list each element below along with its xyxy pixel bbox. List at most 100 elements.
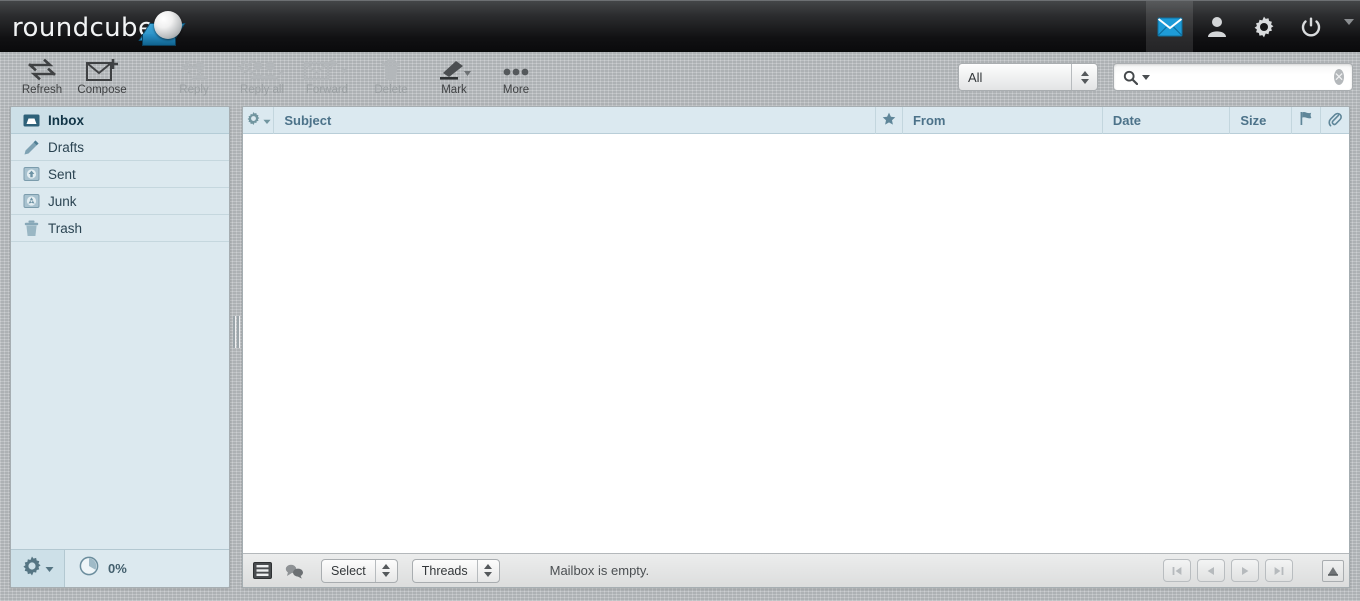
sidebar-footer: 0% xyxy=(11,549,229,587)
sent-box-arrow-icon xyxy=(19,166,43,182)
select-dropdown-label: Select xyxy=(322,564,375,578)
last-page-button[interactable] xyxy=(1265,559,1293,582)
delete-label: Delete xyxy=(374,84,407,96)
drafts-pencil-icon xyxy=(19,139,43,156)
prev-page-button[interactable] xyxy=(1197,559,1225,582)
inbox-tray-icon xyxy=(19,112,43,128)
column-header-label: From xyxy=(913,113,946,128)
trash-can-icon xyxy=(19,220,43,237)
sidebar-item-label: Sent xyxy=(48,167,76,182)
column-header-size[interactable]: Size xyxy=(1230,107,1292,134)
column-header-from[interactable]: From xyxy=(903,107,1103,134)
next-page-button[interactable] xyxy=(1231,559,1259,582)
column-header-date[interactable]: Date xyxy=(1103,107,1230,134)
contacts-person-icon[interactable] xyxy=(1193,1,1240,52)
search-scope-select[interactable]: All xyxy=(958,63,1098,91)
sidebar-item-inbox[interactable]: Inbox xyxy=(11,107,229,134)
sidebar-item-label: Drafts xyxy=(48,140,84,155)
pagination-controls xyxy=(1163,559,1293,582)
folder-sidebar: Inbox Drafts Sent Junk xyxy=(10,106,230,588)
forward-envelope-arrow-icon xyxy=(303,56,351,82)
flag-icon xyxy=(1299,111,1313,129)
mailbox-status-text: Mailbox is empty. xyxy=(550,563,649,578)
list-options-button[interactable] xyxy=(243,107,274,134)
compose-envelope-plus-icon xyxy=(85,56,119,82)
reply-all-people-icon xyxy=(237,56,287,82)
top-navigation xyxy=(1146,1,1334,52)
more-dots-icon xyxy=(499,56,533,82)
reply-all-label: Reply all xyxy=(240,84,284,96)
list-options-gear-icon xyxy=(246,111,261,129)
gear-icon xyxy=(21,555,43,582)
star-icon xyxy=(882,112,896,129)
column-header-label: Size xyxy=(1240,113,1266,128)
refresh-arrows-icon xyxy=(27,56,57,82)
compose-button[interactable]: Compose xyxy=(66,56,138,102)
forward-button[interactable]: Forward xyxy=(291,56,363,102)
threads-dropdown[interactable]: Threads xyxy=(412,559,500,583)
app-header: roundcube xyxy=(0,0,1360,52)
more-label: More xyxy=(503,84,529,96)
sidebar-item-drafts[interactable]: Drafts xyxy=(11,134,229,161)
threads-dropdown-label: Threads xyxy=(413,564,477,578)
sidebar-item-label: Junk xyxy=(48,194,77,209)
mark-label: Mark xyxy=(441,84,467,96)
column-header-label: Subject xyxy=(284,113,331,128)
marker-pen-icon xyxy=(434,56,474,82)
trash-can-icon xyxy=(380,56,402,82)
logout-power-icon[interactable] xyxy=(1287,1,1334,52)
sidebar-item-trash[interactable]: Trash xyxy=(11,215,229,242)
sidebar-item-junk[interactable]: Junk xyxy=(11,188,229,215)
reply-label: Reply xyxy=(179,84,208,96)
sidebar-item-label: Inbox xyxy=(48,113,84,128)
forward-label: Forward xyxy=(306,84,348,96)
junk-recycle-icon xyxy=(19,193,43,209)
scroll-to-top-icon[interactable] xyxy=(1322,560,1344,582)
app-logo-text: roundcube xyxy=(12,13,154,43)
message-list-body[interactable] xyxy=(243,135,1349,553)
compose-label: Compose xyxy=(77,84,126,96)
search-magnifier-icon[interactable] xyxy=(1114,70,1140,85)
reply-all-button[interactable]: Reply all xyxy=(222,56,302,102)
more-button[interactable]: More xyxy=(480,56,552,102)
splitter-grip[interactable] xyxy=(233,316,239,348)
delete-button[interactable]: Delete xyxy=(355,56,427,102)
reply-person-icon xyxy=(178,56,210,82)
quota-percent-label: 0% xyxy=(108,561,127,576)
mail-envelope-icon[interactable] xyxy=(1146,1,1193,52)
reply-button[interactable]: Reply xyxy=(158,56,230,102)
refresh-label: Refresh xyxy=(22,84,62,96)
list-layout-icon[interactable] xyxy=(249,560,275,582)
message-list-panel: Subject From Date Size xyxy=(242,106,1350,588)
conversation-bubbles-icon[interactable] xyxy=(281,560,307,582)
app-logo[interactable]: roundcube xyxy=(12,3,212,51)
search-scope-value: All xyxy=(959,70,1071,85)
search-options-caret-icon[interactable] xyxy=(1142,75,1150,80)
message-list-header: Subject From Date Size xyxy=(243,107,1349,134)
column-header-subject[interactable]: Subject xyxy=(274,107,875,134)
sidebar-item-label: Trash xyxy=(48,221,82,236)
quota-indicator[interactable]: 0% xyxy=(65,556,127,581)
search-box[interactable]: ✕ xyxy=(1113,63,1353,91)
quota-pie-icon xyxy=(79,556,99,581)
select-dropdown[interactable]: Select xyxy=(321,559,398,583)
message-list-footer: Select Threads Mailbox is empty. xyxy=(243,553,1349,587)
sidebar-splitter[interactable] xyxy=(231,106,241,588)
first-page-button[interactable] xyxy=(1163,559,1191,582)
settings-gear-icon[interactable] xyxy=(1240,1,1287,52)
column-header-flag[interactable] xyxy=(1292,107,1320,134)
folder-actions-button[interactable] xyxy=(11,550,65,588)
chevron-down-icon xyxy=(45,560,54,578)
column-header-attachment[interactable] xyxy=(1321,107,1349,134)
roundcube-cube-logo xyxy=(142,17,190,47)
chevron-down-icon xyxy=(263,113,271,128)
chevron-down-icon[interactable] xyxy=(1344,19,1354,25)
search-input[interactable] xyxy=(1150,70,1334,85)
threads-dropdown-stepper[interactable] xyxy=(477,560,499,582)
sidebar-item-sent[interactable]: Sent xyxy=(11,161,229,188)
paperclip-icon xyxy=(1328,111,1342,130)
clear-circle-x-icon[interactable]: ✕ xyxy=(1334,69,1344,85)
search-scope-stepper[interactable] xyxy=(1071,64,1097,90)
column-header-flagged[interactable] xyxy=(876,107,903,134)
select-dropdown-stepper[interactable] xyxy=(375,560,397,582)
